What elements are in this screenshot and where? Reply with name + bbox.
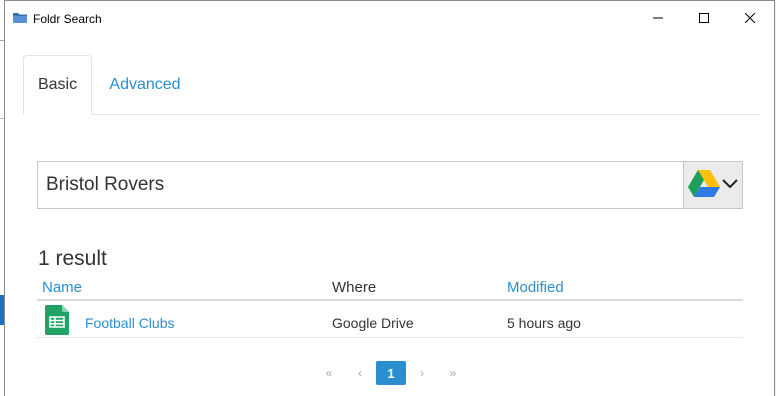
results-table-header: Name Where Modified: [37, 277, 743, 301]
maximize-button[interactable]: [681, 1, 727, 35]
minimize-icon: [653, 17, 663, 19]
window-title: Foldr Search: [33, 12, 102, 26]
search-input[interactable]: [37, 161, 683, 209]
tab-basic[interactable]: Basic: [23, 55, 92, 115]
google-drive-icon: [688, 170, 720, 197]
last-page-button[interactable]: »: [441, 361, 465, 385]
next-page-button[interactable]: ›: [410, 361, 434, 385]
search-bar: [37, 161, 743, 209]
google-sheets-icon: [45, 305, 69, 335]
close-button[interactable]: [727, 1, 773, 35]
chevron-down-icon: [722, 179, 738, 189]
folder-icon: [13, 13, 27, 23]
column-header-where: Where: [332, 279, 377, 296]
result-modified: 5 hours ago: [507, 315, 581, 331]
table-row[interactable]: Football Clubs Google Drive 5 hours ago: [37, 301, 743, 338]
minimize-button[interactable]: [635, 1, 681, 35]
source-selector-button[interactable]: [683, 161, 743, 209]
title-bar[interactable]: Foldr Search: [5, 1, 774, 35]
maximize-icon: [699, 13, 709, 23]
result-where: Google Drive: [332, 315, 414, 331]
column-header-modified[interactable]: Modified: [507, 279, 564, 296]
tab-advanced[interactable]: Advanced: [108, 55, 182, 114]
search-mode-tabs: Basic Advanced: [23, 55, 760, 115]
current-page-button[interactable]: 1: [376, 361, 406, 385]
result-name-link[interactable]: Football Clubs: [85, 315, 175, 331]
first-page-button[interactable]: «: [317, 361, 341, 385]
column-header-name[interactable]: Name: [42, 279, 82, 296]
foldr-search-window: Foldr Search Basic Advanced 1 result: [4, 0, 775, 396]
close-icon: [745, 13, 755, 23]
previous-page-button[interactable]: ‹: [348, 361, 372, 385]
result-count: 1 result: [38, 247, 107, 270]
